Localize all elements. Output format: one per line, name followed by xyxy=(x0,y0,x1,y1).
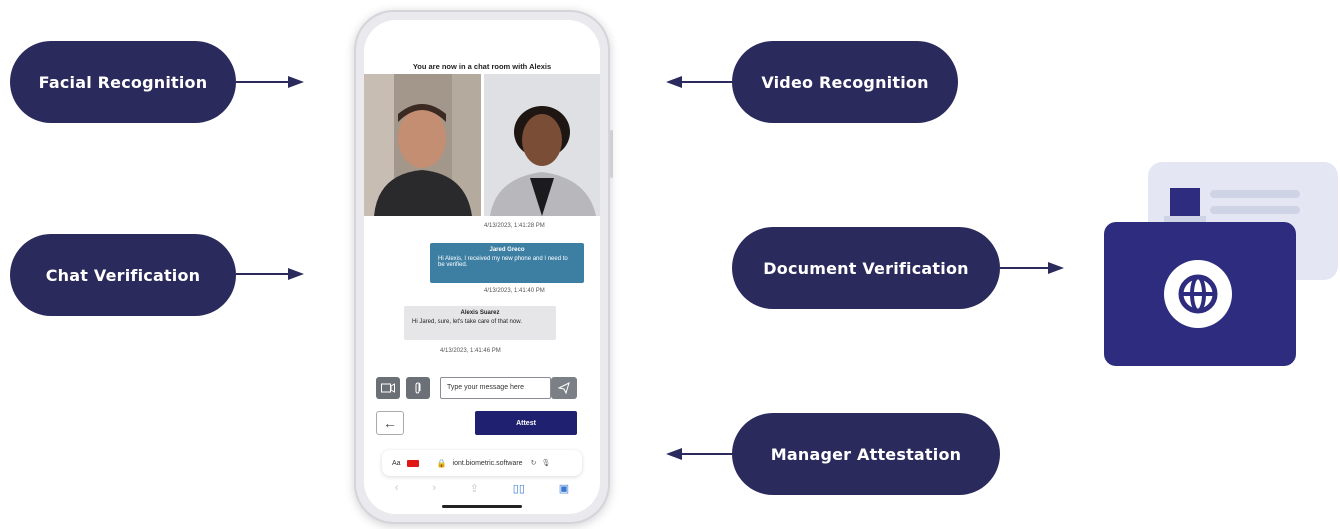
video-call-button[interactable] xyxy=(376,377,400,399)
phone-screen: You are now in a chat room with Alexis 4… xyxy=(364,20,600,514)
phone-mockup: You are now in a chat room with Alexis 4… xyxy=(354,10,613,524)
chat-bubble-alexis: Alexis Suarez Hi Jared, sure, let's take… xyxy=(404,306,556,340)
id-card-icon xyxy=(1104,162,1338,366)
video-recognition-arrow xyxy=(666,76,734,88)
chat-room-title: You are now in a chat room with Alexis xyxy=(412,62,552,71)
share-icon[interactable]: ⇪ xyxy=(470,482,479,498)
man-portrait-icon xyxy=(364,74,481,216)
browser-back-icon[interactable]: ‹ xyxy=(395,482,399,498)
video-feed-alexis xyxy=(484,74,600,216)
bookmarks-icon[interactable]: ▯▯ xyxy=(513,482,525,498)
manager-attestation-arrow xyxy=(666,448,734,460)
sender-name: Jared Greco xyxy=(489,247,525,253)
video-feed-jared xyxy=(364,74,481,216)
chat-verification-label: Chat Verification xyxy=(45,265,201,285)
tabs-icon[interactable]: ▣ xyxy=(559,482,569,498)
video-camera-icon xyxy=(381,383,395,393)
chat-verification-pill: Chat Verification xyxy=(10,234,236,316)
microphone-icon[interactable]: 🎙 xyxy=(541,459,550,467)
chat-bubble-jared: Jared Greco Hi Alexis, I received my new… xyxy=(430,243,584,283)
message-text: Hi Jared, sure, let's take care of that … xyxy=(412,319,522,325)
back-arrow-icon: ← xyxy=(383,415,397,431)
chat-verification-arrow xyxy=(236,268,304,280)
message-text: Hi Alexis, I received my new phone and I… xyxy=(438,256,568,268)
browser-url-bar[interactable]: Aa 🔒 iont.biometric.software ↻ 🎙 xyxy=(382,450,582,476)
url-text: iont.biometric.software xyxy=(452,459,523,467)
send-icon xyxy=(558,382,570,394)
attest-button[interactable]: Attest xyxy=(475,411,577,435)
document-verification-arrow xyxy=(1000,262,1064,274)
back-button[interactable]: ← xyxy=(376,411,404,435)
message-input[interactable]: Type your message here xyxy=(440,377,551,399)
attach-button[interactable] xyxy=(406,377,430,399)
phone-side-button xyxy=(610,130,613,178)
video-recognition-pill: Video Recognition xyxy=(732,41,958,123)
send-button[interactable] xyxy=(551,377,577,399)
manager-attestation-label: Manager Attestation xyxy=(770,444,962,464)
message-timestamp: 4/13/2023, 1:41:28 PM xyxy=(484,223,545,229)
safari-toolbar: ‹ › ⇪ ▯▯ ▣ xyxy=(364,482,600,498)
recording-icon xyxy=(406,459,419,467)
browser-forward-icon[interactable]: › xyxy=(432,482,436,498)
message-timestamp: 4/13/2023, 1:41:40 PM xyxy=(484,288,545,294)
paperclip-icon xyxy=(415,382,421,394)
sender-name: Alexis Suarez xyxy=(460,310,500,316)
lock-icon: 🔒 xyxy=(436,458,447,468)
message-timestamp: 4/13/2023, 1:41:46 PM xyxy=(440,348,501,354)
document-verification-pill: Document Verification xyxy=(732,227,1000,309)
video-recognition-label: Video Recognition xyxy=(761,72,929,92)
woman-portrait-icon xyxy=(484,74,600,216)
reader-text-size[interactable]: Aa xyxy=(392,460,401,467)
reload-icon[interactable]: ↻ xyxy=(531,459,537,467)
facial-recognition-arrow xyxy=(236,76,304,88)
document-verification-label: Document Verification xyxy=(763,258,969,278)
facial-recognition-label: Facial Recognition xyxy=(38,72,208,92)
facial-recognition-pill: Facial Recognition xyxy=(10,41,236,123)
home-indicator xyxy=(442,505,522,508)
manager-attestation-pill: Manager Attestation xyxy=(732,413,1000,495)
